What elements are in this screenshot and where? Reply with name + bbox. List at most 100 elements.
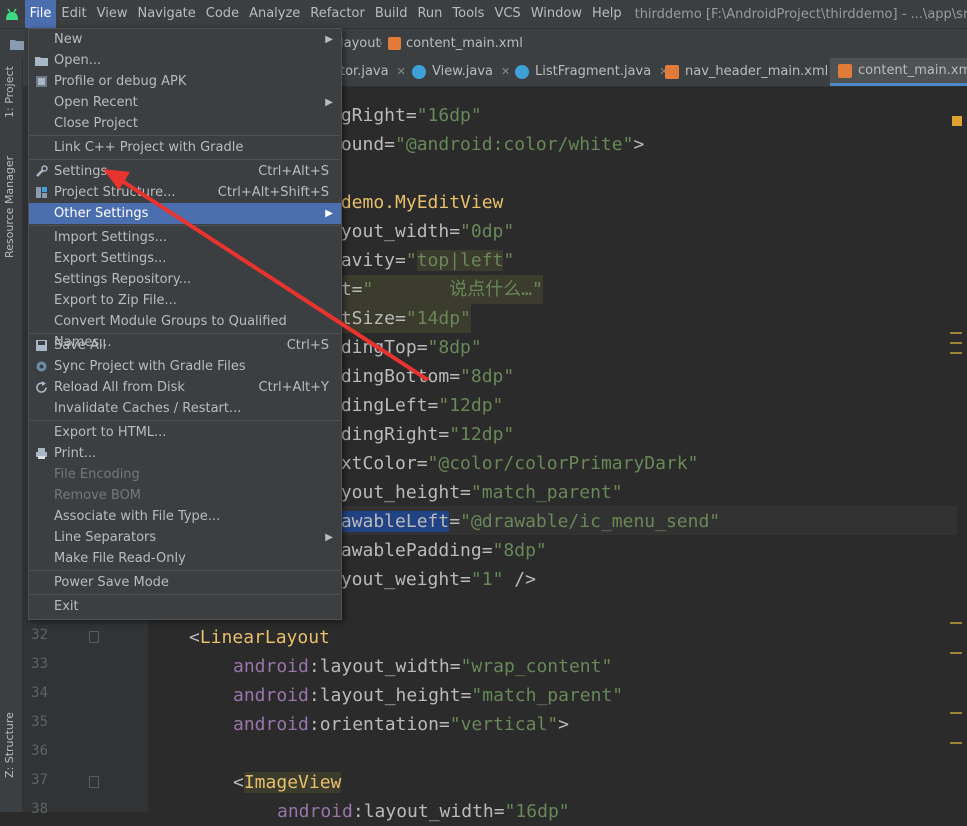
fold-marker-icon[interactable] — [89, 631, 99, 643]
tab-listfragment-java[interactable]: ListFragment.java ✕ — [515, 58, 668, 86]
code-line[interactable]: round="@android:color/white"> — [330, 130, 644, 159]
menu-vcs[interactable]: VCS — [489, 0, 525, 28]
error-stripe-mark[interactable] — [950, 352, 962, 354]
line-number: 38 — [31, 801, 48, 817]
menu-view[interactable]: View — [92, 0, 133, 28]
error-stripe-mark[interactable] — [950, 742, 962, 744]
wrench-icon — [36, 165, 48, 177]
code-line[interactable]: android:orientation="vertical"> — [233, 710, 569, 739]
tool-window-structure[interactable]: Z: Structure — [3, 712, 16, 778]
editor-scrollbar[interactable] — [957, 86, 967, 812]
menu-item-other-settings[interactable]: Other Settings ▶ — [29, 203, 341, 224]
menu-item-project-structure[interactable]: Project Structure... Ctrl+Alt+Shift+S — [29, 182, 341, 203]
code-line[interactable]: ddingLeft="12dp" — [330, 391, 503, 420]
java-class-icon — [515, 65, 529, 79]
code-line[interactable]: ddingBottom="8dp" — [330, 362, 514, 391]
menu-help[interactable]: Help — [587, 0, 627, 28]
inspection-status-icon[interactable] — [952, 116, 962, 126]
menu-separator — [30, 333, 340, 334]
error-stripe-mark[interactable] — [950, 622, 962, 624]
menu-item-power-save-mode[interactable]: Power Save Mode — [29, 572, 341, 593]
menu-item-associate-file-type[interactable]: Associate with File Type... — [29, 506, 341, 527]
print-icon — [36, 448, 47, 459]
menu-code[interactable]: Code — [201, 0, 244, 28]
code-line[interactable]: ngRight="16dp" — [330, 101, 482, 130]
tab-content-main-xml[interactable]: content_main.xml✕ — [830, 58, 967, 86]
code-line[interactable]: rawableLeft="@drawable/ic_menu_send" — [330, 507, 720, 536]
xml-file-icon — [838, 63, 852, 78]
tool-window-resource-manager[interactable]: Resource Manager — [3, 156, 16, 258]
menu-item-export-html[interactable]: Export to HTML... — [29, 422, 341, 443]
menu-item-convert-module-groups[interactable]: Convert Module Groups to Qualified Names… — [29, 311, 341, 350]
code-line[interactable]: extColor="@color/colorPrimaryDark" — [330, 449, 698, 478]
menu-item-export-settings[interactable]: Export Settings... — [29, 248, 341, 269]
code-line[interactable]: rawablePadding="8dp" — [330, 536, 547, 565]
menu-item-reload-all[interactable]: Reload All from Disk Ctrl+Alt+Y — [29, 377, 341, 398]
breadcrumb-content-main[interactable]: content_main.xml — [406, 29, 523, 59]
tab-nav-header-main-xml[interactable]: nav_header_main.xml✕ — [665, 58, 846, 86]
menu-item-invalidate-caches[interactable]: Invalidate Caches / Restart... — [29, 398, 341, 419]
menu-refactor[interactable]: Refactor — [305, 0, 370, 28]
menu-item-remove-bom: Remove BOM — [54, 488, 142, 503]
menu-tools[interactable]: Tools — [447, 0, 489, 28]
menu-item-export-to-zip[interactable]: Export to Zip File... — [29, 290, 341, 311]
menu-item-open[interactable]: Open... — [29, 50, 341, 71]
code-line[interactable]: ayout_height="match_parent" — [330, 478, 623, 507]
line-number: 37 — [31, 772, 48, 788]
fold-marker-icon[interactable] — [89, 776, 99, 788]
error-stripe-mark[interactable] — [950, 342, 962, 344]
tab-label: nav_header_main.xml — [685, 64, 829, 79]
project-structure-icon — [36, 187, 47, 198]
left-tool-window-strip: 1: Project Resource Manager Z: Structure — [0, 58, 23, 812]
menu-item-profile-debug-apk[interactable]: Profile or debug APK — [29, 71, 341, 92]
menu-navigate[interactable]: Navigate — [132, 0, 200, 28]
tool-window-project[interactable]: 1: Project — [3, 66, 16, 118]
menu-item-print[interactable]: Print... — [29, 443, 341, 464]
menu-item-link-cpp-project[interactable]: Link C++ Project with Gradle — [29, 137, 341, 158]
code-line[interactable]: android:layout_width="wrap_content" — [233, 652, 612, 681]
code-line[interactable]: ayout_weight="1" /> — [330, 565, 536, 594]
breadcrumb-layout[interactable]: layout — [340, 29, 381, 59]
code-line[interactable]: ldemo.MyEditView — [330, 188, 503, 217]
code-line[interactable]: <ImageView — [233, 768, 342, 797]
project-folder-icon[interactable] — [10, 29, 24, 59]
menu-run[interactable]: Run — [412, 0, 447, 28]
menu-item-save-all[interactable]: Save All Ctrl+S — [29, 335, 341, 356]
close-icon[interactable]: ✕ — [397, 58, 406, 86]
close-icon[interactable]: ✕ — [501, 58, 510, 86]
code-line[interactable]: ddingTop="8dp" — [330, 333, 482, 362]
menu-item-line-separators[interactable]: Line Separators ▶ — [29, 527, 341, 548]
tab-editor-java[interactable]: tor.java ✕ — [340, 58, 406, 86]
menu-item-settings-repository[interactable]: Settings Repository... — [29, 269, 341, 290]
tab-label: View.java — [432, 64, 494, 79]
menu-file[interactable]: File — [24, 0, 57, 28]
menu-item-exit[interactable]: Exit — [29, 596, 341, 617]
menu-build[interactable]: Build — [370, 0, 413, 28]
code-line[interactable]: ravity="top|left" — [330, 246, 514, 275]
code-line[interactable]: nt=" 说点什么…" — [330, 275, 543, 304]
menu-item-sync-gradle[interactable]: Sync Project with Gradle Files — [29, 356, 341, 377]
tab-view-java[interactable]: View.java ✕ — [412, 58, 510, 86]
menu-analyze[interactable]: Analyze — [244, 0, 305, 28]
menu-item-make-read-only[interactable]: Make File Read-Only — [29, 548, 341, 569]
menu-item-new[interactable]: New ▶ — [29, 29, 341, 50]
code-line[interactable]: ddingRight="12dp" — [330, 420, 514, 449]
menu-item-close-project[interactable]: Close Project — [29, 113, 341, 134]
code-line[interactable]: xtSize="14dp" — [330, 304, 471, 333]
menu-separator — [30, 570, 340, 571]
tab-label: ListFragment.java — [535, 64, 652, 79]
menu-item-settings[interactable]: Settings... Ctrl+Alt+S — [29, 161, 341, 182]
menu-edit[interactable]: Edit — [56, 0, 91, 28]
error-stripe-mark[interactable] — [950, 332, 962, 334]
menu-item-import-settings[interactable]: Import Settings... — [29, 227, 341, 248]
error-stripe-mark[interactable] — [950, 712, 962, 714]
code-line[interactable]: android:layout_height="match_parent" — [233, 681, 623, 710]
menu-window[interactable]: Window — [526, 0, 587, 28]
code-line[interactable]: <LinearLayout — [189, 623, 330, 652]
code-line[interactable]: ayout_width="0dp" — [330, 217, 514, 246]
android-studio-logo-icon — [0, 0, 25, 28]
error-stripe-mark[interactable] — [950, 652, 962, 654]
tab-label: content_main.xml — [858, 62, 967, 78]
menu-item-open-recent[interactable]: Open Recent ▶ — [29, 92, 341, 113]
reload-icon — [36, 381, 47, 393]
